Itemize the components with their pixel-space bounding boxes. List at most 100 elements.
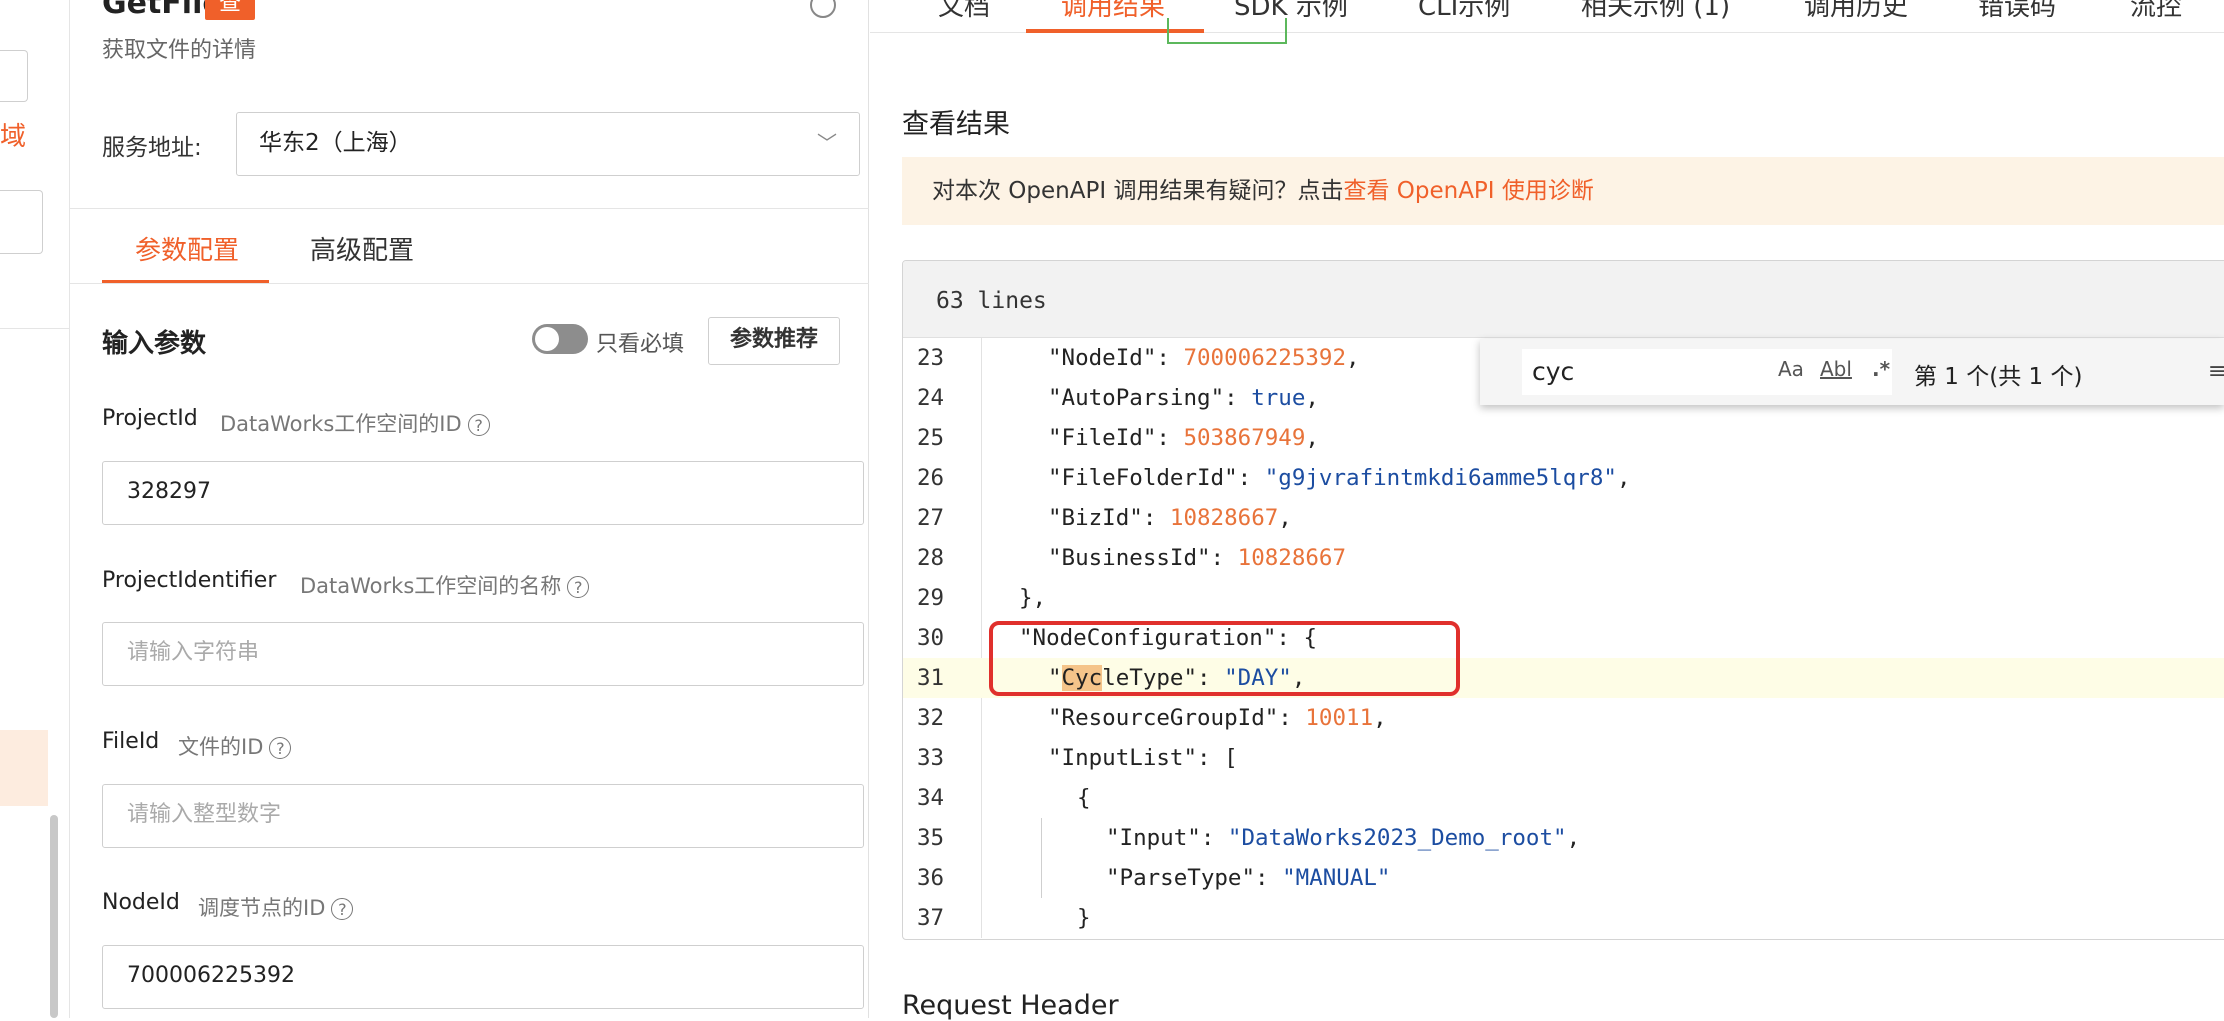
panel-divider	[70, 208, 869, 209]
diagnosis-link[interactable]: 查看 OpenAPI 使用诊断	[1343, 178, 1593, 204]
strip-region-text: 域	[0, 122, 27, 152]
fileid-input[interactable]: 请输入整型数字	[102, 784, 864, 848]
line-number: 26	[917, 465, 945, 491]
code-line: 36 "ParseType": "MANUAL"	[903, 858, 2224, 898]
match-case-icon[interactable]: Aa	[1778, 357, 1804, 381]
api-subtitle: 获取文件的详情	[102, 38, 257, 63]
code-text: {	[1077, 785, 1091, 811]
service-address-value: 华东2（上海）	[259, 130, 412, 156]
recommend-params-button[interactable]: 参数推荐	[708, 317, 840, 365]
view-result-title: 查看结果	[902, 109, 1010, 140]
code-text: "NodeId": 700006225392,	[1048, 345, 1360, 371]
code-text: "BizId": 10828667,	[1048, 505, 1292, 531]
required-only-label: 只看必填	[596, 332, 685, 357]
param-desc-projectid: DataWorks工作空间的ID?	[220, 408, 490, 438]
code-text: "FileId": 503867949,	[1048, 425, 1319, 451]
code-line: 28 "BusinessId": 10828667	[903, 538, 2224, 578]
code-text: "ParseType": "MANUAL"	[1106, 865, 1391, 891]
code-text: "FileFolderId": "g9jvrafintmkdi6amme5lqr…	[1048, 465, 1631, 491]
match-word-icon[interactable]: Abl	[1820, 357, 1852, 381]
line-number: 23	[917, 345, 945, 371]
find-widget: cyc Aa Abl .* 第 1 个(共 1 个) ≡	[1480, 339, 2224, 405]
code-text: "BusinessId": 10828667	[1048, 545, 1347, 571]
indent-guide	[1041, 818, 1042, 898]
projectidentifier-input[interactable]: 请输入字符串	[102, 622, 864, 686]
line-number: 30	[917, 625, 945, 651]
code-text: },	[1019, 585, 1047, 611]
request-header-title: Request Header	[902, 990, 1119, 1021]
line-number: 34	[917, 785, 945, 811]
tab-call-result[interactable]: 调用结果	[1061, 0, 1165, 23]
nodeid-input[interactable]: 700006225392	[102, 945, 864, 1009]
service-address-select[interactable]: 华东2（上海） ﹀	[236, 112, 860, 176]
code-line: 35 "Input": "DataWorks2023_Demo_root",	[903, 818, 2224, 858]
api-config-panel: GetFile 查 获取文件的详情 服务地址: 华东2（上海） ﹀ 参数配置 高…	[70, 0, 869, 1018]
strip-selected-row[interactable]	[0, 730, 48, 806]
code-line: 37}	[903, 898, 2224, 938]
code-line: 33 "InputList": [	[903, 738, 2224, 778]
annotation-highlight-box	[989, 621, 1460, 696]
code-line: 32 "ResourceGroupId": 10011,	[903, 698, 2224, 738]
tab-params[interactable]: 参数配置	[135, 230, 239, 267]
line-number: 32	[917, 705, 945, 731]
code-text: "ResourceGroupId": 10011,	[1048, 705, 1387, 731]
tab-flow-control[interactable]: 流控	[2130, 0, 2182, 23]
code-text: "InputList": [	[1048, 745, 1238, 771]
projectid-input[interactable]: 328297	[102, 461, 864, 525]
strip-divider	[0, 328, 70, 329]
tab-error-codes[interactable]: 错误码	[1978, 0, 2056, 23]
line-number: 36	[917, 865, 945, 891]
param-desc-fileid: 文件的ID?	[178, 731, 292, 761]
code-line: 25 "FileId": 503867949,	[903, 418, 2224, 458]
tab-call-history[interactable]: 调用历史	[1804, 0, 1908, 23]
strip-input[interactable]	[0, 190, 43, 254]
line-number: 28	[917, 545, 945, 571]
service-address-label: 服务地址:	[102, 135, 202, 161]
left-strip: 域	[0, 0, 70, 1018]
input-params-title: 输入参数	[102, 329, 207, 359]
line-number: 24	[917, 385, 945, 411]
strip-scrollbar[interactable]	[50, 815, 58, 1018]
tab-docs[interactable]: 文档	[938, 0, 990, 23]
help-icon[interactable]: ?	[269, 737, 292, 759]
code-line: 27 "BizId": 10828667,	[903, 498, 2224, 538]
code-text: }	[1077, 905, 1091, 931]
code-text: "Input": "DataWorks2023_Demo_root",	[1106, 825, 1581, 851]
param-name-projectid: ProjectId	[102, 406, 198, 431]
result-area: 文档 调用结果 SDK 示例 CLI示例 相关示例 (1) 调用历史 错误码 流…	[870, 0, 2224, 1018]
status-tag	[1167, 18, 1287, 44]
param-name-nodeid: NodeId	[102, 890, 180, 915]
help-icon[interactable]: ?	[467, 414, 490, 436]
read-badge: 查	[205, 0, 255, 20]
strip-select[interactable]	[0, 50, 28, 102]
tab-advanced[interactable]: 高级配置	[310, 230, 414, 267]
regex-icon[interactable]: .*	[1872, 357, 1890, 381]
param-desc-nodeid: 调度节点的ID?	[198, 892, 354, 922]
tab-cli-example[interactable]: CLI示例	[1418, 0, 1510, 23]
diagnosis-notice: 对本次 OpenAPI 调用结果有疑问？点击查看 OpenAPI 使用诊断	[902, 157, 2224, 225]
code-text: "AutoParsing": true,	[1048, 385, 1319, 411]
find-match-count: 第 1 个(共 1 个)	[1914, 364, 2083, 390]
feedback-icon[interactable]	[810, 0, 836, 18]
help-icon[interactable]: ?	[567, 576, 590, 598]
code-line: 26 "FileFolderId": "g9jvrafintmkdi6amme5l…	[903, 458, 2224, 498]
chevron-down-icon: ﹀	[817, 131, 837, 155]
line-number: 29	[917, 585, 945, 611]
tabs-divider	[70, 283, 869, 284]
tab-related-examples[interactable]: 相关示例 (1)	[1581, 0, 1730, 23]
help-icon[interactable]: ?	[331, 898, 354, 920]
code-line: 34 {	[903, 778, 2224, 818]
line-number: 37	[917, 905, 945, 931]
line-number: 27	[917, 505, 945, 531]
line-number: 33	[917, 745, 945, 771]
line-number: 25	[917, 425, 945, 451]
code-line: 29},	[903, 578, 2224, 618]
find-menu-icon[interactable]: ≡	[2208, 359, 2224, 384]
line-number: 31	[917, 665, 945, 691]
param-desc-projectidentifier: DataWorks工作空间的名称?	[300, 570, 590, 600]
line-number: 35	[917, 825, 945, 851]
param-name-fileid: FileId	[102, 729, 160, 754]
required-only-toggle[interactable]	[532, 324, 588, 354]
notice-text: 对本次 OpenAPI 调用结果有疑问？点击	[932, 178, 1344, 204]
code-line-count: 63 lines	[903, 261, 2224, 338]
